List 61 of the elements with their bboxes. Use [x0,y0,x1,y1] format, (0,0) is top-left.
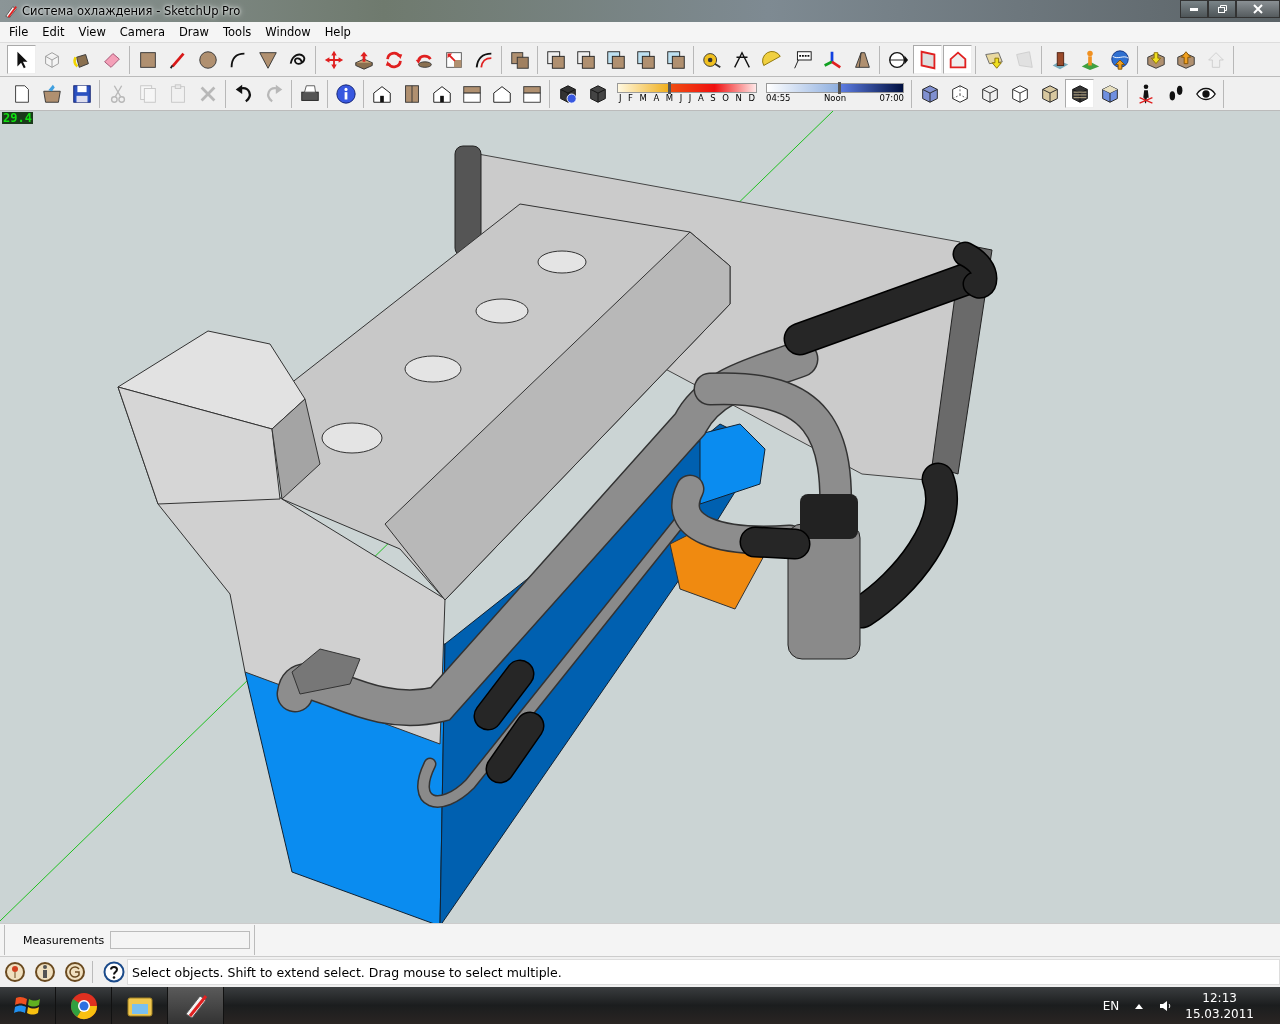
language-indicator[interactable]: EN [1102,998,1120,1013]
measurements-field[interactable] [110,931,251,949]
clock-time[interactable]: 12:13 [1202,989,1237,1006]
close-icon [1252,3,1264,15]
month-label: S [710,93,716,104]
menu-item[interactable]: Tools [216,23,259,41]
geolocation-icon[interactable] [4,961,26,983]
value-display: 29.4 [2,112,33,124]
info-icon [334,82,357,105]
month-label: J [619,93,622,104]
speaker-icon[interactable] [1159,999,1172,1012]
menu-item[interactable]: View [71,23,113,41]
stacked-boxes-icon [574,48,597,71]
month-label: J [679,93,683,104]
month-label: M [639,93,647,104]
minimize-icon [1190,7,1198,11]
slider-thumb[interactable] [667,82,671,94]
window-title: Система охлаждения - SketchUp Pro [22,4,242,18]
menu-item[interactable]: Edit [35,23,72,41]
restore-button[interactable] [1208,0,1236,18]
close-button[interactable] [1236,0,1280,18]
box-upload-icon [1174,48,1197,71]
month-label: M [665,93,674,104]
globe-icon [1108,48,1131,71]
help-icon[interactable] [103,961,125,983]
sketchup-taskbar-button[interactable] [168,987,224,1024]
clock-date[interactable]: 15.03.2011 [1185,1005,1254,1022]
restore-icon [1216,3,1228,15]
status-message: Select objects. Shift to extend select. Drag mouse to select multiple. [127,959,1280,985]
stacked-boxes-icon [544,48,567,71]
toolbar-button[interactable] [7,45,36,74]
month-label: A [697,93,704,104]
time-slider[interactable] [766,83,904,93]
app-logo-icon [4,4,18,18]
month-label: O [722,93,729,104]
circle-icon [196,48,219,71]
menu-item[interactable]: File [2,23,36,41]
time-label: Noon [823,93,847,104]
month-label: D [748,93,755,104]
slider-thumb[interactable] [837,82,841,94]
menu-item[interactable]: Help [317,23,358,41]
glass-boxes-icon [604,48,627,71]
credits-icon[interactable] [34,961,56,983]
month-label: A [653,93,660,104]
menu-item[interactable]: Camera [112,23,172,41]
month-label: J [688,93,692,104]
menu-item[interactable]: Draw [171,23,216,41]
month-label: F [628,93,633,104]
glass-boxes-icon [634,48,657,71]
google-sign-in-icon[interactable] [64,961,86,983]
month-slider[interactable] [617,83,757,93]
toolbar-button[interactable] [1065,79,1094,108]
measurements-label: Measurements [23,933,105,947]
minimize-button[interactable] [1180,0,1208,18]
save-icon [70,82,93,105]
time-label: 04:55 [766,93,791,104]
open-folder-icon [40,82,63,105]
time-label: 07:00 [879,93,904,104]
month-label: N [735,93,742,104]
glass-boxes-icon [664,48,687,71]
menu-item[interactable]: Window [258,23,318,41]
